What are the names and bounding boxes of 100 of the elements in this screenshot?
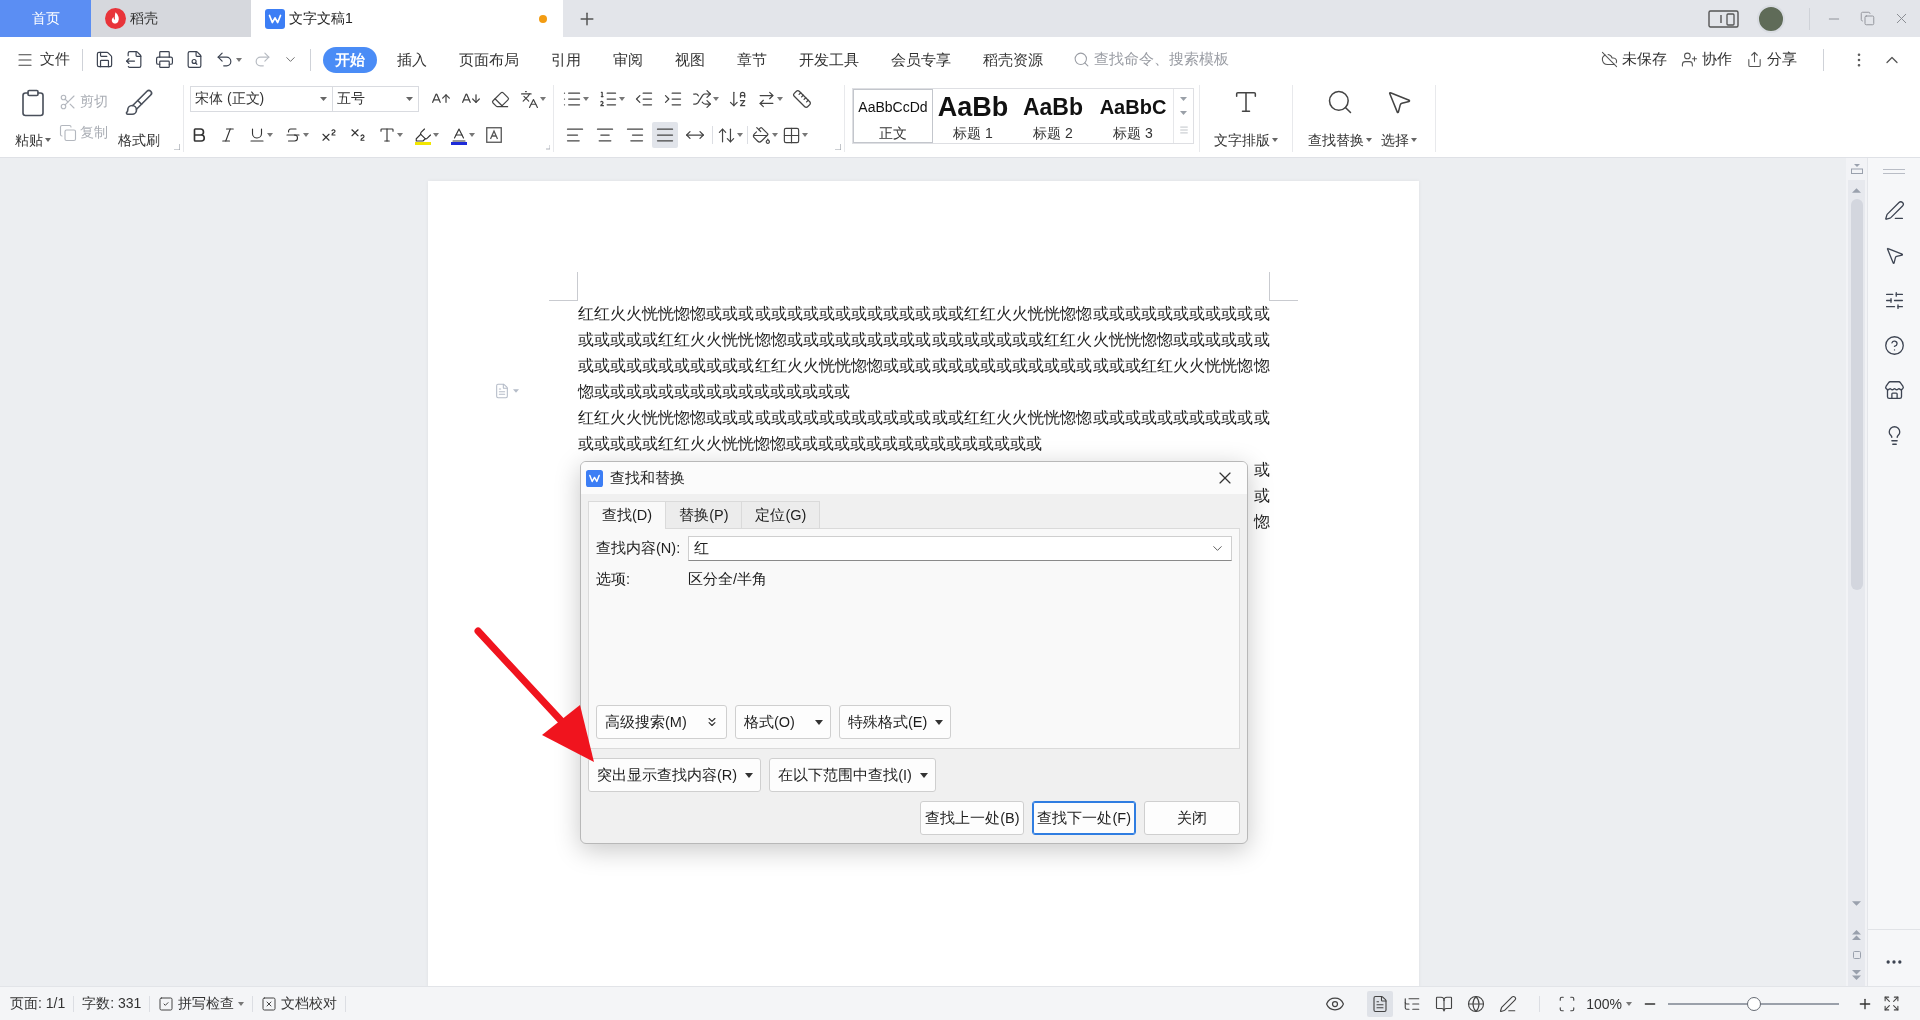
paste-button[interactable]: 粘贴 xyxy=(13,85,53,152)
file-search-icon[interactable] xyxy=(185,50,204,69)
ribbon-tab[interactable]: 稻壳资源 xyxy=(971,46,1055,73)
search-option-button[interactable]: 格式(O) xyxy=(735,705,831,739)
scan-frame-icon[interactable] xyxy=(1558,994,1577,1013)
file-menu-button[interactable]: 文件 xyxy=(16,50,70,69)
paragraph-fragment: 惚 xyxy=(1253,512,1270,532)
select-button[interactable]: 选择 xyxy=(1377,85,1421,152)
sliders-icon[interactable] xyxy=(1883,290,1905,311)
dialog-tab[interactable]: 查找(D) xyxy=(588,501,667,529)
dropdown-button[interactable]: 突出显示查找内容(R) xyxy=(588,758,762,792)
swap-arrows-icon[interactable] xyxy=(757,89,776,109)
boxed-a-icon[interactable] xyxy=(486,127,502,143)
ribbon-tab[interactable]: 章节 xyxy=(725,46,779,73)
caret-icon xyxy=(713,97,719,101)
format-painter-button[interactable]: 格式刷 xyxy=(116,85,162,152)
find-label: 查找内容(N): xyxy=(596,539,682,558)
pen-icon[interactable] xyxy=(1883,200,1905,221)
save-icon[interactable] xyxy=(95,50,114,69)
caret-icon xyxy=(320,97,327,101)
document-tab[interactable]: 文字文稿1 xyxy=(251,0,563,37)
proofread-button[interactable]: 文档校对 xyxy=(261,994,338,1013)
translate-icon[interactable] xyxy=(520,89,539,109)
dialog-tab[interactable]: 替换(P) xyxy=(666,501,743,528)
caret-icon xyxy=(802,133,808,137)
ribbon-tab[interactable]: 引用 xyxy=(539,46,593,73)
margin-corner-mark xyxy=(1268,272,1298,301)
undo-icon[interactable] xyxy=(215,50,234,69)
options-value: 区分全/半角 xyxy=(688,569,768,589)
caret-icon xyxy=(267,133,273,137)
writer-logo-icon xyxy=(265,8,285,29)
zoom-level-button[interactable]: 100% xyxy=(1586,995,1632,1012)
ruler-icon[interactable] xyxy=(792,89,812,109)
device-switch-icon[interactable] xyxy=(1708,8,1739,29)
highlighter-icon[interactable] xyxy=(414,125,432,145)
caret-icon xyxy=(1411,138,1417,142)
spell-check-button[interactable]: 拼写检查 xyxy=(158,994,245,1013)
print-icon[interactable] xyxy=(155,50,174,69)
dialog-action-button[interactable]: 查找下一处(F) xyxy=(1032,801,1136,835)
avatar-icon[interactable] xyxy=(1757,4,1785,33)
superscript-icon[interactable] xyxy=(320,126,338,144)
find-replace-button[interactable]: 查找替换 xyxy=(1303,85,1377,152)
ribbon-tab[interactable]: 审阅 xyxy=(601,46,655,73)
font-name-select[interactable]: 宋体 (正文) xyxy=(190,86,333,112)
ribbon-tab[interactable]: 插入 xyxy=(385,46,439,73)
style-option[interactable]: AaBbCcDd 正文 xyxy=(853,89,933,143)
shuffle-arrows-icon[interactable] xyxy=(692,89,712,109)
underline-icon[interactable] xyxy=(248,126,266,144)
search-option-button[interactable]: 高级搜索(M) xyxy=(596,705,727,739)
caret-icon xyxy=(815,719,823,725)
magnifier-icon[interactable] xyxy=(1326,88,1354,116)
subscript-icon[interactable] xyxy=(349,126,367,144)
search-option-button[interactable]: 特殊格式(E) xyxy=(839,705,952,739)
user-plus-icon[interactable] xyxy=(1681,51,1698,68)
cloud-button[interactable]: 未保存 xyxy=(1601,50,1667,69)
x-square-icon[interactable] xyxy=(261,995,278,1012)
zoom-slider-thumb[interactable] xyxy=(1746,996,1761,1011)
numbered-list-icon[interactable] xyxy=(598,89,618,109)
sort-icon[interactable] xyxy=(728,89,748,109)
ribbon-tab[interactable]: 视图 xyxy=(663,46,717,73)
caret-icon xyxy=(303,133,309,137)
up-down-arrows-icon[interactable] xyxy=(717,125,736,145)
flame-logo-icon xyxy=(105,8,126,29)
share-icon[interactable] xyxy=(1746,51,1763,68)
italic-icon[interactable] xyxy=(219,126,237,144)
grid-icon[interactable] xyxy=(782,125,801,145)
word-count[interactable]: 字数: 331 xyxy=(82,994,142,1013)
dropdown-button[interactable]: 在以下范围中查找(I) xyxy=(769,758,936,792)
check-square-icon[interactable] xyxy=(158,995,175,1012)
ribbon-tab[interactable]: 页面布局 xyxy=(447,46,531,73)
dialog-action-button[interactable]: 查找上一处(B) xyxy=(920,801,1025,835)
search-icon[interactable] xyxy=(1073,51,1090,68)
dialog-action-button[interactable]: 关闭 xyxy=(1144,801,1240,835)
app-tab[interactable]: 稻壳 xyxy=(91,0,251,37)
collaborate-button[interactable]: 协作 xyxy=(1681,50,1732,69)
help-icon[interactable] xyxy=(1883,335,1905,356)
font-size-select[interactable]: 五号 xyxy=(333,86,419,112)
paint-bucket-icon[interactable] xyxy=(752,125,771,145)
text-layout-button[interactable]: 文字排版 xyxy=(1211,85,1281,152)
caret-icon xyxy=(935,719,944,725)
dialog-tab[interactable]: 定位(G) xyxy=(742,501,821,528)
handle-icon[interactable] xyxy=(1883,169,1905,174)
file-export-icon[interactable] xyxy=(125,50,144,69)
share-button[interactable]: 分享 xyxy=(1746,50,1797,69)
caret-icon xyxy=(45,138,51,142)
ruler-toggle-icon[interactable] xyxy=(1850,164,1863,174)
shop-icon[interactable] xyxy=(1883,380,1905,401)
paragraph-fragment: 或 xyxy=(1253,486,1270,506)
ribbon-tab[interactable]: 会员专享 xyxy=(879,46,963,73)
double-chevron-icon[interactable] xyxy=(705,715,719,729)
caret-icon xyxy=(1366,138,1372,142)
expand-arrows-icon[interactable] xyxy=(1883,995,1900,1012)
brush-icon[interactable] xyxy=(124,88,154,118)
find-input[interactable]: 红 xyxy=(688,536,1232,561)
strikethrough-icon[interactable] xyxy=(284,126,302,144)
dialog-title: 查找和替换 xyxy=(610,468,685,488)
writer-logo-icon xyxy=(586,469,603,487)
eraser-icon[interactable] xyxy=(491,89,510,109)
cloud-off-icon[interactable] xyxy=(1601,51,1618,68)
ribbon-tab[interactable]: 开发工具 xyxy=(787,46,871,73)
